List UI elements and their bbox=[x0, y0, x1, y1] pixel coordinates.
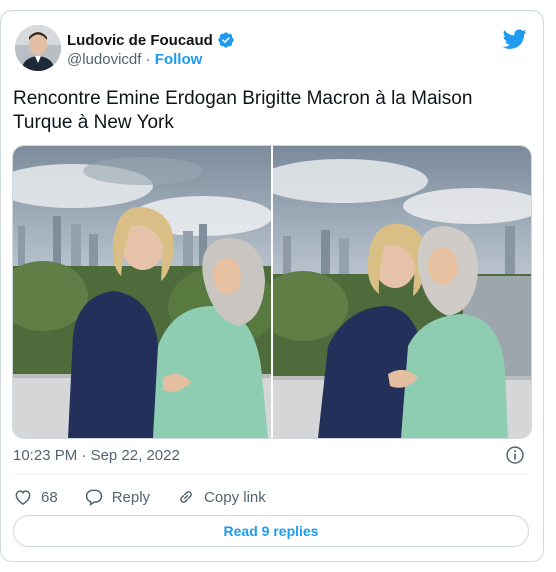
link-icon bbox=[180, 491, 192, 503]
tweet-time: 10:23 PM bbox=[13, 447, 78, 464]
tweet-timestamp[interactable]: 10:23 PM · Sep 22, 2022 bbox=[13, 447, 180, 464]
heart-icon bbox=[15, 490, 31, 505]
twitter-bird-icon[interactable] bbox=[503, 27, 527, 51]
photo-right[interactable] bbox=[273, 146, 531, 438]
avatar[interactable] bbox=[15, 25, 61, 71]
tweet-date: Sep 22, 2022 bbox=[90, 447, 180, 464]
copy-link-button[interactable]: Copy link bbox=[176, 487, 266, 507]
like-count: 68 bbox=[41, 488, 58, 506]
tweet-media[interactable] bbox=[12, 145, 532, 439]
reply-icon bbox=[85, 489, 102, 506]
follow-link[interactable]: Follow bbox=[155, 51, 203, 68]
author-handle[interactable]: @ludovicdf bbox=[67, 51, 141, 68]
divider bbox=[13, 474, 529, 475]
verified-badge-icon bbox=[218, 32, 234, 48]
info-icon[interactable] bbox=[505, 445, 525, 465]
handle-separator: · bbox=[145, 51, 151, 68]
tweet-text: Rencontre Emine Erdogan Brigitte Macron … bbox=[13, 88, 473, 133]
timestamp-separator: · bbox=[81, 447, 87, 464]
author-name[interactable]: Ludovic de Foucaud bbox=[67, 32, 213, 49]
photo-left[interactable] bbox=[13, 146, 271, 438]
read-replies-button[interactable]: Read 9 replies bbox=[13, 515, 529, 547]
copy-link-label: Copy link bbox=[204, 488, 266, 506]
tweet-card: Ludovic de Foucaud @ludovicdf · Follow R… bbox=[0, 10, 544, 562]
action-bar: 68 Reply Copy link bbox=[13, 487, 292, 507]
reply-button[interactable]: Reply bbox=[84, 487, 150, 507]
reply-label: Reply bbox=[111, 488, 151, 506]
like-button[interactable]: 68 bbox=[13, 487, 58, 507]
